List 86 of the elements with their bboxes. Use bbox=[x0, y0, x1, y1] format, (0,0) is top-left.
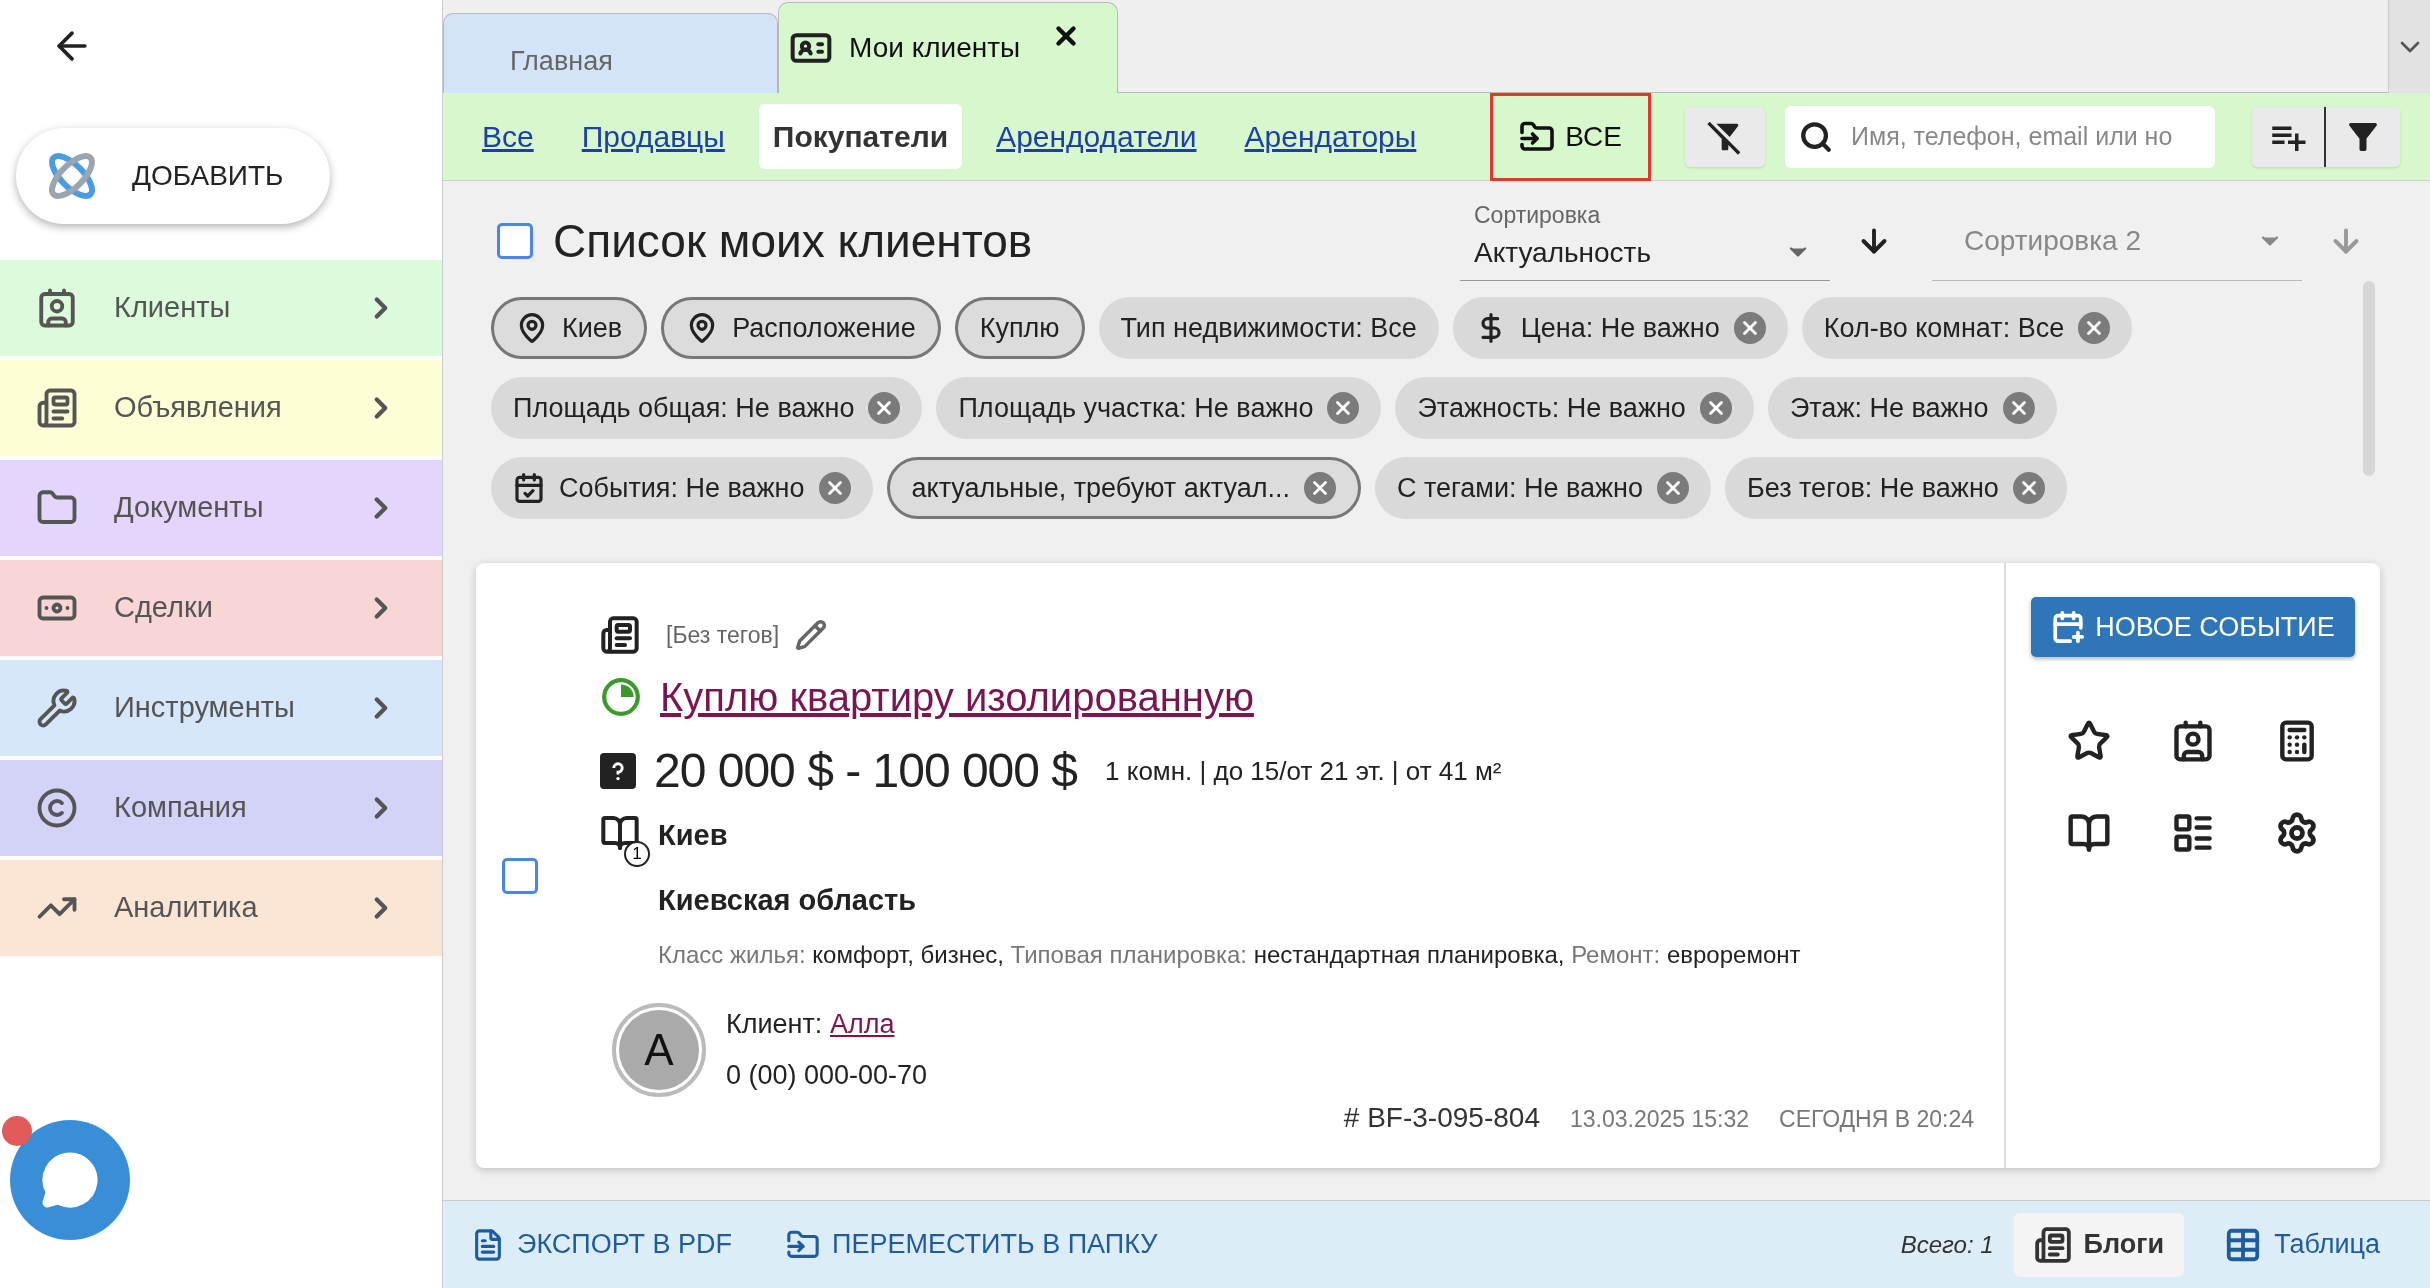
select-all-checkbox[interactable] bbox=[497, 223, 533, 259]
chat-bubble-icon bbox=[40, 1150, 100, 1210]
star-icon[interactable] bbox=[2067, 719, 2111, 763]
sidebar-item-icon bbox=[36, 387, 78, 429]
clear-filter-button[interactable] bbox=[1685, 106, 1765, 167]
filter-tab[interactable]: Арендодатели bbox=[982, 104, 1211, 169]
filter-chip[interactable]: С тегами: Не важно bbox=[1374, 457, 1712, 519]
book-icon[interactable] bbox=[2067, 811, 2111, 855]
filter-tab[interactable]: Продавцы bbox=[567, 104, 739, 169]
sidebar-item[interactable]: Инструменты bbox=[0, 660, 442, 756]
filter-chip[interactable]: Без тегов: Не важно bbox=[1725, 457, 2067, 519]
sidebar-item[interactable]: Объявления bbox=[0, 360, 442, 456]
contact-icon[interactable] bbox=[2171, 719, 2215, 763]
new-event-button[interactable]: НОВОЕ СОБЫТИЕ bbox=[2031, 597, 2355, 657]
filter-chip[interactable]: Площадь участка: Не важно bbox=[936, 377, 1382, 439]
filter-chip[interactable]: Тип недвижимости: Все bbox=[1098, 297, 1439, 359]
sidebar-item-icon bbox=[36, 687, 78, 729]
sidebar-item[interactable]: Сделки bbox=[0, 560, 442, 656]
remove-icon[interactable] bbox=[868, 392, 901, 424]
view-toggle[interactable]: Таблица bbox=[2204, 1212, 2400, 1277]
view-toggle[interactable]: Блоги bbox=[2013, 1212, 2185, 1277]
city: Киев bbox=[658, 818, 728, 854]
remove-icon[interactable] bbox=[1303, 472, 1336, 504]
folder-button[interactable]: ВСЕ bbox=[1490, 92, 1651, 181]
card-type-icon bbox=[600, 615, 640, 655]
client-phone: 0 (00) 000-00-70 bbox=[726, 1058, 928, 1092]
remove-icon[interactable] bbox=[818, 472, 851, 504]
remove-icon[interactable] bbox=[2078, 312, 2111, 344]
remove-icon[interactable] bbox=[1327, 392, 1360, 424]
sidebar-item[interactable]: Аналитика bbox=[0, 860, 442, 956]
sidebar-item[interactable]: Клиенты bbox=[0, 260, 442, 356]
status-pie-icon bbox=[600, 676, 642, 718]
filter-chip[interactable]: События: Не важно bbox=[491, 457, 873, 519]
filter-chip[interactable]: Кол-во комнат: Все bbox=[1801, 297, 2133, 359]
search-icon bbox=[1799, 119, 1833, 154]
client-name-link[interactable]: Алла bbox=[829, 1009, 895, 1039]
settings-icon[interactable] bbox=[2275, 811, 2319, 855]
sort-select[interactable]: Сортировка Актуальность bbox=[1460, 201, 1830, 281]
tags-label: [Без тегов] bbox=[666, 620, 780, 650]
sidebar-item[interactable]: Компания bbox=[0, 760, 442, 856]
updated-date: СЕГОДНЯ В 20:24 bbox=[1779, 1104, 1974, 1134]
price-range: 20 000 $ - 100 000 $ bbox=[654, 743, 1078, 799]
remove-icon[interactable] bbox=[1657, 472, 1690, 504]
sidebar-item[interactable]: Документы bbox=[0, 460, 442, 556]
count-badge: 1 bbox=[624, 841, 650, 867]
tab[interactable]: Главная bbox=[443, 13, 778, 93]
newspaper-icon bbox=[2033, 1225, 2072, 1264]
remove-icon[interactable] bbox=[1699, 392, 1732, 424]
edit-icon[interactable] bbox=[795, 619, 828, 651]
card-title-link[interactable]: Куплю квартиру изолированную bbox=[660, 667, 1254, 727]
filter-chip[interactable]: Киев bbox=[491, 297, 648, 359]
sidebar-item-icon bbox=[36, 787, 78, 829]
tab[interactable]: Мои клиенты bbox=[778, 2, 1118, 93]
calendar-check-icon bbox=[513, 472, 545, 504]
move-to-folder-button[interactable]: ПЕРЕМЕСТИТЬ В ПАПКУ bbox=[786, 1224, 1158, 1265]
property-summary: 1 комн. | до 15/от 21 эт. | от 41 м² bbox=[1105, 754, 1502, 788]
filter-chip[interactable]: Расположение bbox=[661, 297, 941, 359]
calendar-plus-icon bbox=[2051, 610, 2086, 644]
export-pdf-button[interactable]: ЭКСПОРТ В PDF bbox=[471, 1224, 733, 1265]
filter-chip[interactable]: Куплю bbox=[954, 297, 1085, 359]
filter-chip[interactable]: Площадь общая: Не важно bbox=[491, 377, 923, 439]
client-number: # BF-3-095-804 bbox=[1343, 1100, 1540, 1135]
filter-tab[interactable]: Арендаторы bbox=[1230, 104, 1431, 169]
property-details: Класс жилья: комфорт, бизнес, Типовая планировка: нестандартная планировка, Ремонт: евроремонт bbox=[658, 939, 1802, 970]
filter-tab[interactable]: Все bbox=[468, 104, 548, 169]
client-avatar: A bbox=[612, 1002, 706, 1097]
card-checkbox[interactable] bbox=[502, 857, 538, 894]
total-count: Всего: 1 bbox=[1900, 1229, 1994, 1260]
filter-chip[interactable]: Этаж: Не важно bbox=[1767, 377, 2057, 439]
add-button[interactable]: ДОБАВИТЬ bbox=[16, 128, 330, 224]
filter-tab[interactable]: Покупатели bbox=[758, 104, 963, 169]
filter-chip[interactable]: актуальные, требуют актуал... bbox=[886, 457, 1361, 519]
region: Киевская область bbox=[658, 883, 918, 918]
filter-chip[interactable]: Цена: Не важно bbox=[1452, 297, 1788, 359]
created-date: 13.03.2025 15:32 bbox=[1569, 1104, 1749, 1134]
remove-icon[interactable] bbox=[2002, 392, 2035, 424]
remove-icon[interactable] bbox=[1733, 312, 1766, 344]
filter-chip[interactable]: Этажность: Не важно bbox=[1395, 377, 1754, 439]
help-icon bbox=[600, 753, 636, 789]
sidebar-item-icon bbox=[36, 287, 78, 329]
list-layout-icon[interactable] bbox=[2171, 811, 2215, 855]
remove-icon[interactable] bbox=[2012, 472, 2045, 504]
list-title: Список моих клиентов bbox=[553, 213, 1033, 269]
scrollbar[interactable] bbox=[2363, 281, 2375, 476]
search-field[interactable]: Имя, телефон, email или но bbox=[1785, 105, 2215, 168]
client-label: Клиент: bbox=[726, 1009, 823, 1039]
